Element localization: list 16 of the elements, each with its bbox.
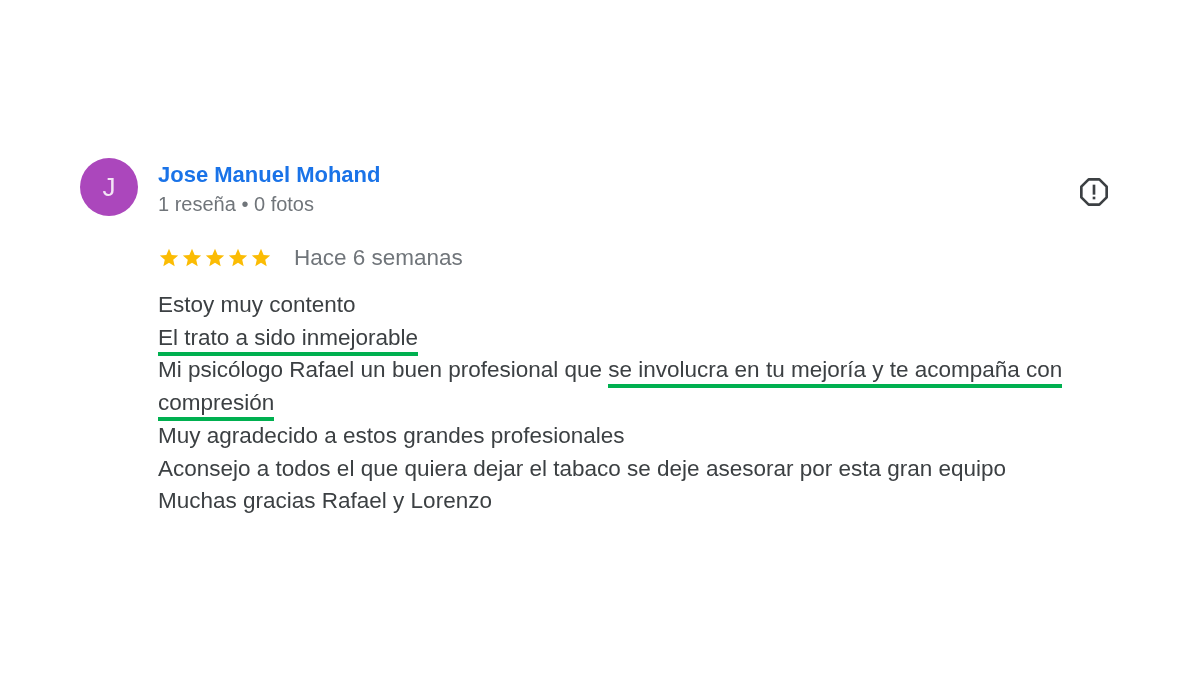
star-icon: [158, 247, 180, 269]
author-link[interactable]: Jose Manuel Mohand: [158, 162, 1078, 188]
review-text: El trato a sido inmejorable: [158, 321, 1108, 355]
review-date: Hace 6 semanas: [294, 245, 463, 271]
review-text: Muy agradecido a estos grandes profesionales: [158, 421, 626, 450]
avatar[interactable]: J: [80, 158, 138, 216]
author-stats: 1 reseña • 0 fotos: [158, 192, 315, 217]
review-text: Estoy muy contento: [158, 291, 357, 319]
star-icon: [181, 247, 203, 269]
review-text: Muchas gracias Rafael y Lorenzo: [158, 487, 493, 516]
star-icon: [250, 247, 272, 269]
star-icon: [227, 247, 249, 269]
star-icon: [204, 247, 226, 269]
review-text: Aconsejo a todos el que quiera dejar el tabaco se deje asesorar por esta gran equipo: [158, 454, 1008, 483]
report-icon[interactable]: [1078, 176, 1110, 208]
review-text: Mi psicólogo Rafael un buen profesional que se involucra en tu mejoría y te acompaña con compresión: [158, 354, 1108, 420]
